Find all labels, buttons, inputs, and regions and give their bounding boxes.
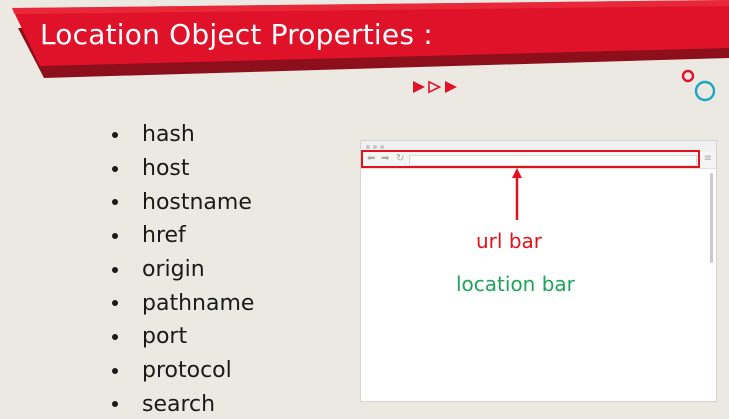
list-item: search <box>108 388 254 419</box>
list-item: hostname <box>108 185 254 219</box>
bullet-dot <box>112 199 118 206</box>
scrollbar-thumb <box>710 173 713 263</box>
property-name: port <box>142 324 188 350</box>
bullet-dot <box>112 367 118 374</box>
slide-title: Location Object Properties : <box>40 18 433 51</box>
list-item: pathname <box>108 286 254 320</box>
bullet-dot <box>112 266 118 273</box>
property-name: protocol <box>142 358 232 384</box>
up-arrow-icon <box>512 168 522 220</box>
property-list: hash host hostname href origin pathname … <box>108 118 254 419</box>
list-item: hash <box>108 118 254 152</box>
menu-icon: ≡ <box>703 153 712 164</box>
property-name: href <box>142 223 186 249</box>
bullet-dot <box>112 300 118 307</box>
property-name: search <box>142 391 216 417</box>
list-item: port <box>108 320 254 354</box>
list-item: protocol <box>108 354 254 388</box>
bullet-dot <box>112 165 118 172</box>
property-name: host <box>142 156 190 182</box>
bullet-dot <box>112 333 118 340</box>
location-bar-label: location bar <box>456 272 575 296</box>
url-bar-label: url bar <box>476 229 542 253</box>
list-item: host <box>108 152 254 186</box>
bullet-dot <box>112 401 118 408</box>
list-item: origin <box>108 253 254 287</box>
window-control-dot <box>366 145 370 149</box>
list-item: href <box>108 219 254 253</box>
property-name: origin <box>142 257 205 283</box>
property-name: hash <box>142 122 195 148</box>
property-name: pathname <box>142 290 255 316</box>
slide: Location Object Properties : hash host h… <box>0 0 729 419</box>
url-bar-highlight-box <box>361 150 700 168</box>
window-control-dot <box>373 145 377 149</box>
bullet-dot <box>112 232 118 239</box>
window-control-dot <box>380 145 384 149</box>
property-name: hostname <box>142 189 252 215</box>
bullet-dot <box>112 131 118 138</box>
linked-circles-icon <box>681 69 716 102</box>
browser-window-illustration: ⬅ ➡ ↻ ≡ <box>360 140 717 402</box>
triple-play-arrows-icon <box>413 80 457 94</box>
